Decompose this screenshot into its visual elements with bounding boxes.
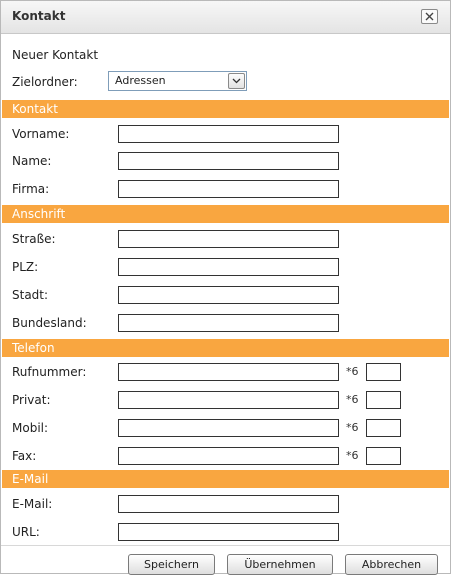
- url-label: URL:: [12, 525, 40, 539]
- email-label: E-Mail:: [12, 497, 53, 511]
- zip-label: PLZ:: [12, 260, 39, 274]
- private-phone-input[interactable]: [118, 391, 339, 409]
- phone-number-ext-input[interactable]: [366, 363, 401, 381]
- zip-input[interactable]: [118, 258, 339, 276]
- name-input[interactable]: [118, 152, 339, 170]
- phone-number-label: Rufnummer:: [12, 365, 87, 379]
- email-input[interactable]: [118, 495, 339, 513]
- dialog-title: Kontakt: [12, 9, 66, 23]
- phone-number-ext-prefix: *6: [346, 365, 359, 378]
- target-folder-select[interactable]: Adressen: [108, 71, 247, 91]
- close-icon: [425, 12, 434, 21]
- section-header-address: Anschrift: [2, 205, 449, 223]
- target-folder-value: Adressen: [115, 74, 166, 87]
- street-label: Straße:: [12, 232, 56, 246]
- section-header-phone: Telefon: [2, 339, 449, 357]
- section-title-address: Anschrift: [12, 207, 66, 221]
- firstname-label: Vorname:: [12, 127, 70, 141]
- mobile-phone-input[interactable]: [118, 419, 339, 437]
- fax-label: Fax:: [12, 449, 37, 463]
- fax-ext-prefix: *6: [346, 449, 359, 462]
- fax-ext-input[interactable]: [366, 447, 401, 465]
- close-button[interactable]: [421, 9, 438, 24]
- private-phone-label: Privat:: [12, 393, 51, 407]
- city-label: Stadt:: [12, 288, 49, 302]
- chevron-down-icon: [232, 78, 241, 84]
- apply-button[interactable]: Übernehmen: [227, 554, 333, 575]
- section-header-contact: Kontakt: [2, 100, 449, 118]
- section-title-contact: Kontakt: [12, 102, 58, 116]
- target-folder-label: Zielordner:: [12, 75, 78, 89]
- save-button[interactable]: Speichern: [128, 554, 215, 575]
- section-title-email: E-Mail: [12, 472, 49, 486]
- section-header-email: E-Mail: [2, 470, 449, 488]
- name-label: Name:: [12, 154, 52, 168]
- fax-input[interactable]: [118, 447, 339, 465]
- private-phone-ext-input[interactable]: [366, 391, 401, 409]
- mobile-phone-label: Mobil:: [12, 421, 49, 435]
- state-label: Bundesland:: [12, 316, 87, 330]
- new-contact-label: Neuer Kontakt: [12, 48, 99, 62]
- firstname-input[interactable]: [118, 125, 339, 143]
- city-input[interactable]: [118, 286, 339, 304]
- street-input[interactable]: [118, 230, 339, 248]
- state-input[interactable]: [118, 314, 339, 332]
- private-phone-ext-prefix: *6: [346, 393, 359, 406]
- url-input[interactable]: [118, 523, 339, 541]
- company-input[interactable]: [118, 180, 339, 198]
- cancel-button[interactable]: Abbrechen: [345, 554, 438, 575]
- dialog-titlebar: Kontakt: [1, 1, 450, 34]
- mobile-phone-ext-input[interactable]: [366, 419, 401, 437]
- mobile-phone-ext-prefix: *6: [346, 421, 359, 434]
- contact-dialog: Kontakt Neuer Kontakt Zielordner: Adress…: [0, 0, 451, 575]
- company-label: Firma:: [12, 182, 50, 196]
- phone-number-input[interactable]: [118, 363, 339, 381]
- section-title-phone: Telefon: [12, 341, 55, 355]
- target-folder-dropdown-button[interactable]: [228, 73, 245, 89]
